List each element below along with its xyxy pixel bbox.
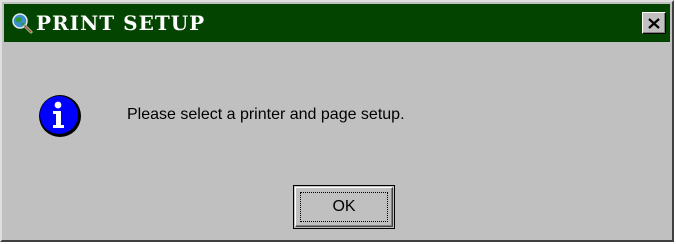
- ok-button-label: OK: [332, 198, 356, 215]
- title-bar[interactable]: PRINT SETUP: [4, 4, 670, 42]
- close-button[interactable]: [642, 12, 666, 34]
- message-text: Please select a printer and page setup.: [127, 106, 405, 123]
- magnifier-globe-icon: [10, 11, 34, 35]
- ok-button[interactable]: OK: [293, 185, 395, 229]
- window-title: PRINT SETUP: [36, 11, 206, 35]
- info-icon: [38, 94, 82, 138]
- print-setup-dialog: PRINT SETUP Please select a printer and …: [0, 0, 674, 242]
- close-icon: [648, 17, 660, 29]
